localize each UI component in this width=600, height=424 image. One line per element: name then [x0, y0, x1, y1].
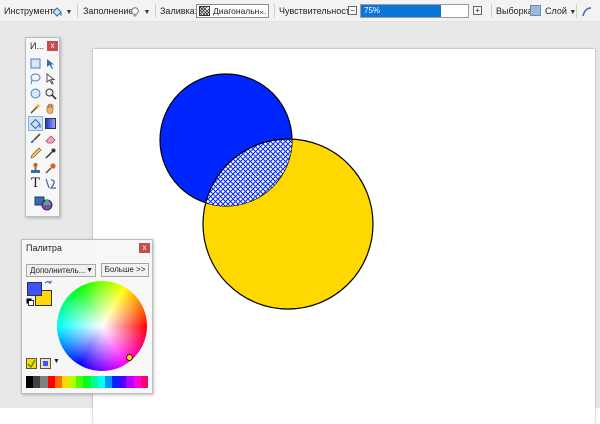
- add-color-icon[interactable]: [26, 358, 37, 369]
- palette-swatch[interactable]: [133, 376, 141, 388]
- palette-swatch[interactable]: [76, 376, 84, 388]
- palette-swatch[interactable]: [40, 376, 48, 388]
- palette-menu-arrow-icon[interactable]: ▼: [53, 358, 60, 365]
- paint-bucket-tool-button[interactable]: ▼: [51, 0, 72, 22]
- palette-swatch[interactable]: [61, 376, 70, 388]
- rectangle-select-icon[interactable]: [29, 57, 42, 70]
- fillmode-dropdown-arrow-icon: ▼: [143, 9, 151, 16]
- antialias-curve-icon: [582, 6, 592, 16]
- lightbulb-icon: [131, 6, 139, 17]
- move-selection-icon[interactable]: [44, 57, 57, 70]
- clone-stamp-icon[interactable]: [29, 162, 42, 175]
- tool-dropdown-arrow-icon: ▼: [65, 9, 73, 16]
- swap-colors-icon[interactable]: [44, 280, 53, 289]
- palette-swatch[interactable]: [47, 376, 55, 388]
- tools-close-button[interactable]: x: [47, 41, 58, 51]
- palette-swatch[interactable]: [126, 376, 134, 388]
- chevron-down-icon: ▼: [86, 267, 93, 274]
- palette-window: Палитра x Дополнитель... ▼ Больше >> ▼: [21, 239, 153, 394]
- selection-value: Слой: [545, 6, 567, 16]
- color-wheel-cursor[interactable]: [126, 354, 133, 361]
- reset-colors-icon[interactable]: [26, 298, 34, 306]
- toolbar-separator: [274, 4, 275, 18]
- paint-bucket-icon: [52, 6, 62, 17]
- paint-bucket-icon[interactable]: [28, 116, 43, 131]
- palette-swatch[interactable]: [54, 376, 62, 388]
- palette-swatch[interactable]: [83, 376, 91, 388]
- move-selected-icon[interactable]: [44, 72, 57, 85]
- palette-swatch[interactable]: [112, 376, 120, 388]
- sensitivity-increase-button[interactable]: +: [473, 6, 482, 15]
- toolbar-separator: [491, 4, 492, 18]
- pan-hand-icon[interactable]: [44, 102, 57, 115]
- sensitivity-decrease-button[interactable]: −: [348, 6, 357, 15]
- sensitivity-slider[interactable]: 75%: [360, 4, 469, 18]
- fill-pattern-dropdown[interactable]: Диагональн... ⌄: [196, 4, 269, 18]
- pencil-icon[interactable]: [29, 147, 42, 160]
- color-picker-icon[interactable]: [44, 147, 57, 160]
- color-swatches: [26, 376, 148, 388]
- toolbar: Инструмент: ▼ Заполнение: ▼ Заливка: Диа…: [0, 0, 600, 22]
- primary-color-swatch[interactable]: [27, 282, 42, 296]
- text-icon[interactable]: T: [29, 177, 42, 190]
- lasso-select-icon[interactable]: [29, 72, 42, 85]
- canvas-drawing: [159, 73, 374, 310]
- fill-label: Заливка:: [160, 6, 198, 16]
- tools-window: И... x T: [25, 37, 60, 217]
- fillmode-button[interactable]: ▼: [129, 0, 150, 22]
- antialiasing-button[interactable]: [581, 0, 593, 22]
- palette-swatch[interactable]: [119, 376, 127, 388]
- palette-mode-dropdown[interactable]: Дополнитель... ▼: [26, 264, 96, 277]
- diagonal-hatch-icon: [199, 6, 210, 16]
- chevron-down-icon: ⌄: [258, 6, 265, 15]
- line-curve-icon[interactable]: [44, 177, 57, 190]
- paintbrush-icon[interactable]: [29, 132, 42, 145]
- color-wheel[interactable]: [57, 281, 147, 371]
- palette-mode-value: Дополнитель...: [30, 266, 86, 275]
- tool-label: Инструмент:: [4, 6, 57, 16]
- toolbar-separator: [77, 4, 78, 18]
- magic-wand-icon[interactable]: [29, 102, 42, 115]
- zoom-icon[interactable]: [44, 87, 57, 100]
- palette-menu-icon[interactable]: [40, 358, 51, 369]
- recolor-icon[interactable]: [44, 162, 57, 175]
- sensitivity-value: 75%: [364, 6, 381, 15]
- toolbar-separator: [576, 4, 577, 18]
- image-canvas[interactable]: [93, 49, 595, 424]
- palette-swatch[interactable]: [104, 376, 113, 388]
- toolbar-separator: [155, 4, 156, 18]
- fillmode-label: Заполнение:: [83, 6, 136, 16]
- palette-swatch[interactable]: [90, 376, 98, 388]
- palette-swatch[interactable]: [97, 376, 105, 388]
- tools-window-title: И...: [30, 41, 44, 51]
- layer-icon: [530, 5, 541, 16]
- palette-window-title: Палитра: [26, 243, 62, 253]
- palette-swatch[interactable]: [33, 376, 41, 388]
- selection-dropdown[interactable]: Слой ▼: [545, 0, 576, 22]
- palette-swatch[interactable]: [140, 376, 148, 388]
- palette-swatch[interactable]: [26, 376, 34, 388]
- eraser-icon[interactable]: [44, 132, 57, 145]
- palette-close-button[interactable]: x: [139, 243, 150, 253]
- shapes-icon[interactable]: [34, 195, 54, 211]
- gradient-icon[interactable]: [44, 117, 57, 130]
- sensitivity-label: Чувствительность:: [279, 6, 358, 16]
- more-button[interactable]: Больше >>: [101, 263, 149, 277]
- ellipse-select-icon[interactable]: [29, 87, 42, 100]
- palette-swatch[interactable]: [69, 376, 77, 388]
